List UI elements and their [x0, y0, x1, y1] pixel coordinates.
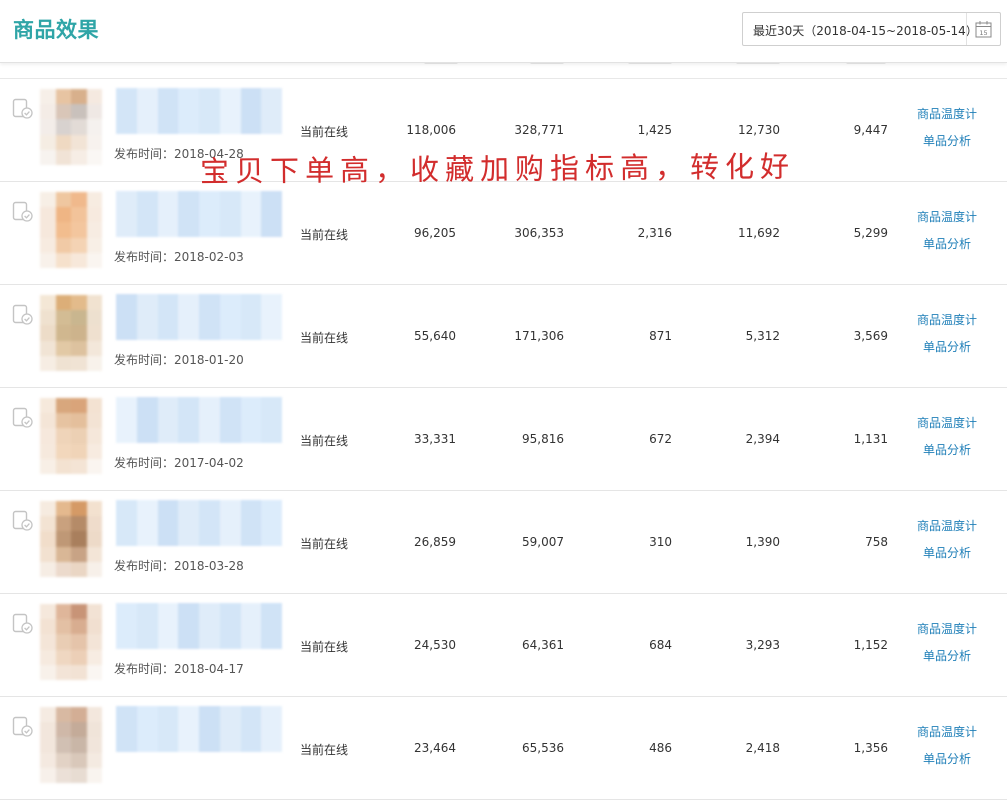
status-online: 当前在线 [300, 434, 349, 448]
metric-1: 55,640 [414, 329, 456, 343]
metric-4: 5,312 [745, 329, 780, 343]
product-thumbnail[interactable] [40, 295, 102, 371]
metric-4: 12,730 [738, 123, 780, 137]
status-online: 当前在线 [300, 743, 349, 757]
publish-time: 发布时间：2018-02-03 [114, 250, 244, 264]
table-row: 发布时间：2018-02-03 当前在线 96,205 306,353 2,31… [0, 182, 1007, 285]
publish-time: 发布时间：2018-01-20 [114, 353, 244, 367]
device-check-icon[interactable] [12, 510, 34, 532]
single-product-analysis-link[interactable]: 单品分析 [923, 544, 971, 561]
product-title-blurred[interactable] [116, 294, 282, 340]
publish-time: 发布时间：2018-04-17 [114, 662, 244, 676]
metric-2: 65,536 [522, 741, 564, 755]
metric-4: 11,692 [738, 226, 780, 240]
handwritten-annotation: 宝贝下单高，收藏加购指标高，转化好 [199, 149, 796, 189]
product-thumbnail[interactable] [40, 398, 102, 474]
metric-3: 672 [649, 432, 672, 446]
date-range-picker[interactable]: 最近30天（2018-04-15~2018-05-14） 15 [742, 12, 1001, 46]
publish-time: 发布时间：2017-04-02 [114, 456, 244, 470]
device-check-icon[interactable] [12, 201, 34, 223]
product-thermometer-link[interactable]: 商品温度计 [917, 517, 977, 534]
metric-1: 33,331 [414, 432, 456, 446]
metric-2: 95,816 [522, 432, 564, 446]
metric-3: 310 [649, 535, 672, 549]
metric-2: 306,353 [514, 226, 564, 240]
metric-5: 3,569 [853, 329, 888, 343]
table-row: 当前在线 23,464 65,536 486 2,418 1,356 商品温度计… [0, 697, 1007, 800]
metric-2: 59,007 [522, 535, 564, 549]
table-row: 发布时间：2018-04-17 当前在线 24,530 64,361 684 3… [0, 594, 1007, 697]
product-thermometer-link[interactable]: 商品温度计 [917, 105, 977, 122]
metric-3: 871 [649, 329, 672, 343]
metric-1: 24,530 [414, 638, 456, 652]
single-product-analysis-link[interactable]: 单品分析 [923, 338, 971, 355]
metric-4: 1,390 [745, 535, 780, 549]
metric-1: 26,859 [414, 535, 456, 549]
single-product-analysis-link[interactable]: 单品分析 [923, 441, 971, 458]
product-thermometer-link[interactable]: 商品温度计 [917, 311, 977, 328]
device-check-icon[interactable] [12, 98, 34, 120]
metric-3: 1,425 [637, 123, 672, 137]
metric-5: 9,447 [853, 123, 888, 137]
metric-1: 118,006 [406, 123, 456, 137]
single-product-analysis-link[interactable]: 单品分析 [923, 235, 971, 252]
product-thumbnail[interactable] [40, 707, 102, 783]
product-thumbnail[interactable] [40, 192, 102, 268]
product-thumbnail[interactable] [40, 501, 102, 577]
product-thumbnail[interactable] [40, 89, 102, 165]
table-row: 发布时间：2017-04-02 当前在线 33,331 95,816 672 2… [0, 388, 1007, 491]
status-online: 当前在线 [300, 228, 349, 242]
product-title-blurred[interactable] [116, 191, 282, 237]
calendar-button[interactable]: 15 [966, 13, 1000, 45]
calendar-day: 15 [979, 29, 987, 37]
device-check-icon[interactable] [12, 304, 34, 326]
metric-4: 2,394 [745, 432, 780, 446]
table-row: 发布时间：2018-03-28 当前在线 26,859 59,007 310 1… [0, 491, 1007, 594]
single-product-analysis-link[interactable]: 单品分析 [923, 132, 971, 149]
calendar-icon: 15 [975, 21, 992, 38]
metric-5: 1,152 [853, 638, 888, 652]
product-thermometer-link[interactable]: 商品温度计 [917, 208, 977, 225]
product-thumbnail[interactable] [40, 604, 102, 680]
device-check-icon[interactable] [12, 407, 34, 429]
page-header: 商品效果 最近30天（2018-04-15~2018-05-14） 15 [0, 0, 1007, 63]
metric-5: 1,131 [853, 432, 888, 446]
product-thermometer-link[interactable]: 商品温度计 [917, 620, 977, 637]
device-check-icon[interactable] [12, 613, 34, 635]
publish-time: 发布时间：2018-03-28 [114, 559, 244, 573]
single-product-analysis-link[interactable]: 单品分析 [923, 750, 971, 767]
date-range-text: 最近30天（2018-04-15~2018-05-14） [753, 24, 978, 38]
status-online: 当前在线 [300, 640, 349, 654]
metric-3: 684 [649, 638, 672, 652]
status-online: 当前在线 [300, 331, 349, 345]
metric-4: 2,418 [745, 741, 780, 755]
single-product-analysis-link[interactable]: 单品分析 [923, 647, 971, 664]
product-thermometer-link[interactable]: 商品温度计 [917, 414, 977, 431]
table-row: 发布时间：2018-01-20 当前在线 55,640 171,306 871 … [0, 285, 1007, 388]
metric-3: 2,316 [637, 226, 672, 240]
metric-2: 171,306 [514, 329, 564, 343]
metric-3: 486 [649, 741, 672, 755]
metric-1: 23,464 [414, 741, 456, 755]
metric-5: 1,356 [853, 741, 888, 755]
status-online: 当前在线 [300, 125, 349, 139]
product-title-blurred[interactable] [116, 706, 282, 752]
metric-5: 758 [865, 535, 888, 549]
product-title-blurred[interactable] [116, 397, 282, 443]
table-header-scrolled [0, 62, 1007, 79]
metric-2: 328,771 [514, 123, 564, 137]
device-check-icon[interactable] [12, 716, 34, 738]
metric-5: 5,299 [853, 226, 888, 240]
product-title-blurred[interactable] [116, 603, 282, 649]
metric-2: 64,361 [522, 638, 564, 652]
product-title-blurred[interactable] [116, 500, 282, 546]
metric-4: 3,293 [745, 638, 780, 652]
product-thermometer-link[interactable]: 商品温度计 [917, 723, 977, 740]
status-online: 当前在线 [300, 537, 349, 551]
product-title-blurred[interactable] [116, 88, 282, 134]
page-title: 商品效果 [13, 18, 99, 42]
metric-1: 96,205 [414, 226, 456, 240]
